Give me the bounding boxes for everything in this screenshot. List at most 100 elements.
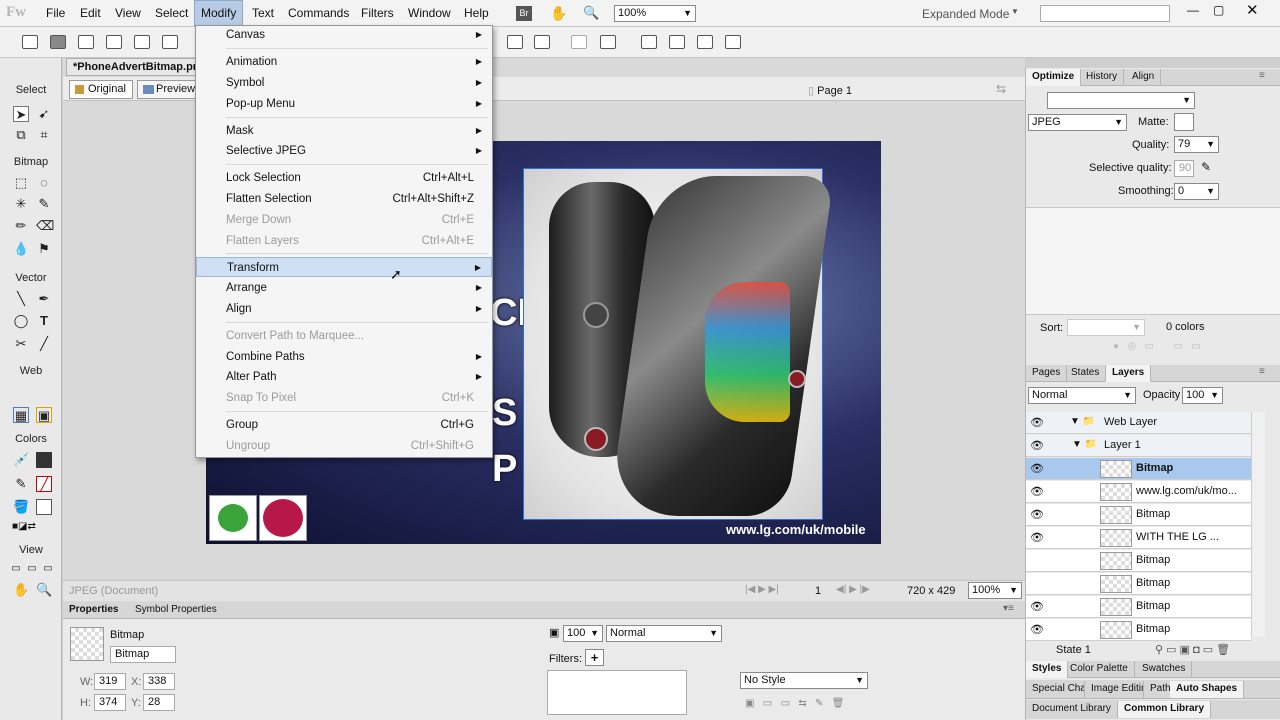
y-input[interactable]: 28 <box>143 694 175 711</box>
tab-color-palette[interactable]: Color Palette <box>1064 661 1135 678</box>
eye-icon[interactable]: 👁 <box>1030 439 1044 452</box>
export-icon[interactable] <box>134 35 150 49</box>
status-zoom-select[interactable]: 100% ▼ <box>968 582 1022 599</box>
menu-item-combine-paths[interactable]: Combine Paths ▶ <box>196 347 492 367</box>
layer-row[interactable]: 👁 Bitmap <box>1026 504 1251 526</box>
menu-commands[interactable]: Commands <box>282 0 355 27</box>
eye-icon[interactable]: 👁 <box>1030 600 1044 613</box>
marquee-tool-icon[interactable]: ⬚ <box>13 175 29 191</box>
hotspot-tool-icon[interactable]: ▣ <box>36 407 52 423</box>
layer-opacity-select[interactable]: 100 ▼ <box>1182 387 1223 404</box>
crop-tool-icon[interactable]: ⌗ <box>36 127 52 143</box>
print-icon[interactable] <box>162 35 178 49</box>
x-input[interactable]: 338 <box>143 673 175 690</box>
filters-list[interactable] <box>547 670 687 715</box>
minimize-button[interactable]: — <box>1187 3 1199 17</box>
paint-bucket-icon[interactable] <box>36 452 52 468</box>
folder-icon[interactable]: ▼ 📁 <box>1070 416 1095 427</box>
menu-item-selective-jpeg[interactable]: Selective JPEG ▶ <box>196 141 492 161</box>
color-table-actions[interactable]: ● ◎ ▭ ▭ ▭ <box>1113 341 1201 352</box>
layer-row[interactable]: 👁 Bitmap <box>1026 596 1251 618</box>
layer-row[interactable]: Bitmap <box>1026 573 1251 595</box>
eye-icon[interactable]: 👁 <box>1030 508 1044 521</box>
subselection-tool-icon[interactable]: ➹ <box>36 106 52 122</box>
tab-auto-shapes[interactable]: Auto Shapes <box>1170 681 1245 698</box>
page-selector[interactable]: ▯ Page 1 <box>808 84 852 97</box>
maximize-button[interactable]: ▢ <box>1213 3 1224 17</box>
ungroup-icon[interactable] <box>534 35 550 49</box>
layer-row[interactable]: 👁 Bitmap <box>1026 619 1251 641</box>
new-icon[interactable] <box>22 35 38 49</box>
slice-tool-icon[interactable]: ▦ <box>13 407 29 423</box>
help-search-input[interactable] <box>1040 5 1170 22</box>
menu-item-symbol[interactable]: Symbol ▶ <box>196 73 492 93</box>
layer-actions-icons[interactable]: ⚲ ▭ ▣ ◘ ▭ 🗑 <box>1155 643 1230 656</box>
menu-window[interactable]: Window <box>402 0 457 27</box>
menu-item-animation[interactable]: Animation ▶ <box>196 52 492 72</box>
text-tool-icon[interactable]: T <box>36 313 52 329</box>
freeform-tool-icon[interactable]: ✂ <box>13 336 29 352</box>
save-icon[interactable] <box>50 35 66 49</box>
layers-scrollbar[interactable] <box>1251 412 1265 637</box>
edit-icon[interactable]: ✎ <box>1201 160 1211 174</box>
join-icon[interactable] <box>571 35 587 49</box>
screen-mode-standard-icon[interactable]: ▭ <box>8 561 24 577</box>
tab-special-characters[interactable]: Special Char <box>1026 681 1085 698</box>
close-button[interactable]: ✕ <box>1246 1 1259 19</box>
tab-history[interactable]: History <box>1080 69 1125 86</box>
zoom-icon[interactable]: 🔍 <box>583 5 599 21</box>
ellipse-tool-icon[interactable]: ◯ <box>13 313 29 329</box>
first-frame-icon[interactable]: |◀ ▶ ▶| <box>745 584 779 595</box>
zoom-select[interactable]: 100% ▼ <box>614 5 696 22</box>
folder-icon[interactable]: ▼ 📁 <box>1072 439 1097 450</box>
quality-select[interactable]: 79 ▼ <box>1174 136 1219 153</box>
menu-edit[interactable]: Edit <box>74 0 107 27</box>
style-actions-icons[interactable]: ▣ ▭ ▭ ⇆ ✎ 🗑 <box>745 698 844 709</box>
eye-icon[interactable]: 👁 <box>1030 462 1044 475</box>
eraser-tool-icon[interactable]: ⌫ <box>36 218 54 234</box>
tab-optimize[interactable]: Optimize <box>1026 69 1082 86</box>
menu-item-canvas[interactable]: Canvas ▶ <box>196 25 492 45</box>
brush-tool-icon[interactable]: ✎ <box>36 196 52 212</box>
tab-document-library[interactable]: Document Library <box>1026 701 1118 718</box>
smoothing-select[interactable]: 0 ▼ <box>1174 183 1219 200</box>
eye-icon[interactable]: 👁 <box>1030 485 1044 498</box>
eyedropper-icon[interactable]: 💉 <box>13 452 29 468</box>
share-icon[interactable]: ⇆ <box>996 82 1006 96</box>
menu-item-pop-up-menu[interactable]: Pop-up Menu ▶ <box>196 94 492 114</box>
layer-row[interactable]: 👁 ▼ 📁 Layer 1 <box>1026 435 1251 457</box>
layer-row[interactable]: Bitmap <box>1026 550 1251 572</box>
pencil-tool-icon[interactable]: ✏ <box>13 218 29 234</box>
eye-icon[interactable]: 👁 <box>1030 531 1044 544</box>
scale-tool-icon[interactable]: ⧉ <box>13 127 29 143</box>
magic-wand-icon[interactable]: ✳ <box>13 196 29 212</box>
import-icon[interactable] <box>106 35 122 49</box>
bring-forward-icon[interactable] <box>641 35 657 49</box>
layer-row[interactable]: 👁 Bitmap <box>1026 458 1251 480</box>
layer-row[interactable]: 👁 www.lg.com/uk/mo... <box>1026 481 1251 503</box>
send-backward-icon[interactable] <box>669 35 685 49</box>
align-icon[interactable] <box>600 35 616 49</box>
bridge-button[interactable]: Br <box>516 6 532 21</box>
object-name-input[interactable]: Bitmap <box>110 646 176 663</box>
workspace-switcher[interactable]: Expanded Mode <box>922 7 1009 21</box>
screen-mode-full-icon[interactable]: ▭ <box>40 561 56 577</box>
panel-menu-icon[interactable]: ≡ <box>1259 70 1265 81</box>
tab-layers[interactable]: Layers <box>1106 365 1152 382</box>
menu-help[interactable]: Help <box>458 0 495 27</box>
tab-pages[interactable]: Pages <box>1026 365 1068 382</box>
menu-item-transform[interactable]: Transform ▶ <box>196 257 492 277</box>
tab-properties[interactable]: Properties <box>69 604 118 615</box>
menu-item-mask[interactable]: Mask ▶ <box>196 121 492 141</box>
style-select[interactable]: No Style ▼ <box>740 672 868 689</box>
fill-swatch[interactable] <box>36 499 52 515</box>
layer-row[interactable]: 👁 ▼ 📁 Web Layer <box>1026 412 1251 434</box>
line-tool-icon[interactable]: ╲ <box>13 291 29 307</box>
sort-select[interactable]: ▼ <box>1067 319 1145 336</box>
tab-swatches[interactable]: Swatches <box>1136 661 1193 678</box>
swap-colors-icon[interactable]: ■◪⇄ <box>12 521 52 533</box>
tab-states[interactable]: States <box>1065 365 1107 382</box>
eye-icon[interactable]: 👁 <box>1030 623 1044 636</box>
group-icon[interactable] <box>507 35 523 49</box>
tab-align[interactable]: Align <box>1126 69 1162 86</box>
